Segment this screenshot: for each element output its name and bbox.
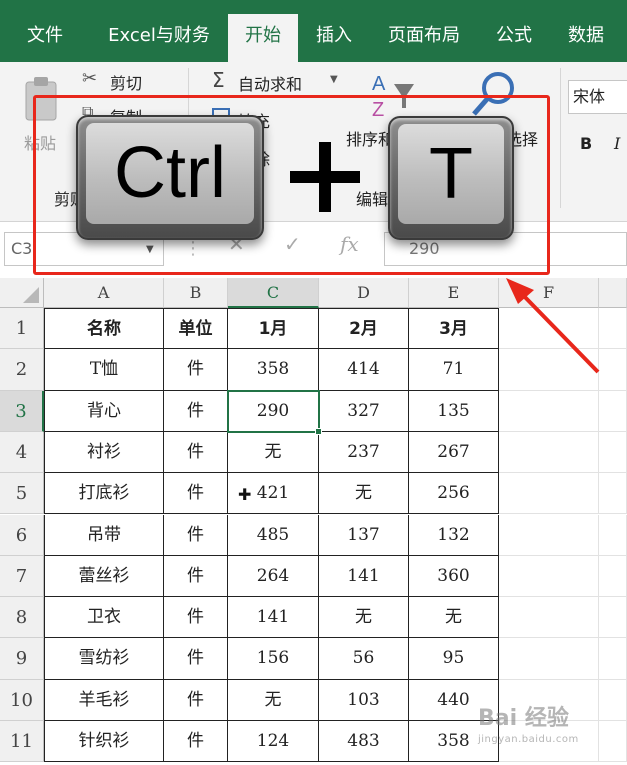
arrow-shaft [518,290,600,374]
callout-arrow [506,278,600,374]
